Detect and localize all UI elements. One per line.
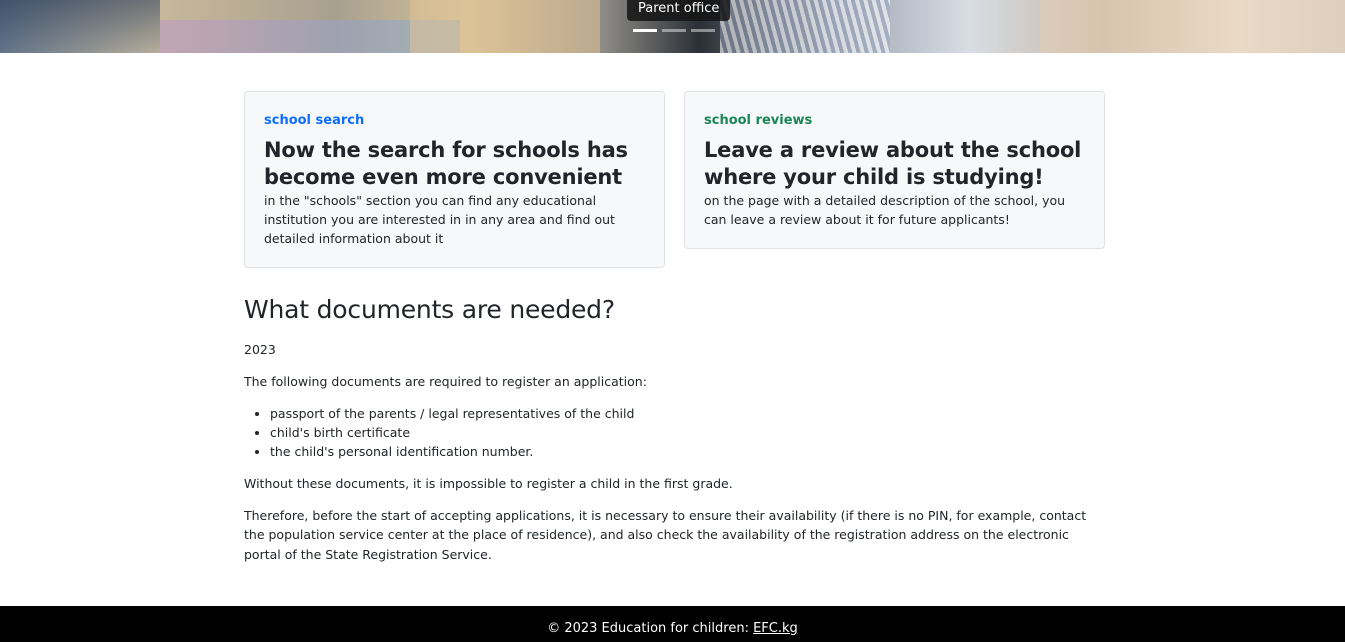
hero-carousel[interactable]: Parent office — [0, 0, 1345, 53]
hero-image-region — [1040, 0, 1345, 53]
article-paragraph: Therefore, before the start of accepting… — [244, 507, 1087, 562]
carousel-caption: Parent office — [627, 0, 731, 21]
article-year: 2023 — [244, 342, 276, 357]
list-item: child's birth certificate — [270, 423, 1104, 442]
card-tag[interactable]: school search — [264, 111, 645, 131]
hero-image-region — [0, 0, 160, 53]
list-item: the child's personal identification numb… — [270, 442, 1104, 461]
documents-article: What documents are needed? 2023 The foll… — [244, 292, 1104, 577]
carousel-indicator-1[interactable] — [633, 29, 657, 32]
footer: © 2023 Education for children: EFC.kg — [0, 606, 1345, 642]
carousel-indicator-2[interactable] — [662, 29, 686, 32]
footer-copyright: © 2023 Education for children: — [547, 621, 754, 636]
school-search-card[interactable]: school search Now the search for schools… — [244, 91, 665, 268]
list-item: passport of the parents / legal represen… — [270, 404, 1104, 423]
card-title: Now the search for schools has become ev… — [264, 138, 628, 189]
article-paragraph: Without these documents, it is impossibl… — [244, 475, 733, 491]
documents-list: passport of the parents / legal represen… — [270, 404, 1104, 461]
article-heading: What documents are needed? — [244, 295, 615, 324]
carousel-indicators — [633, 29, 715, 32]
article-intro: The following documents are required to … — [244, 374, 647, 389]
school-reviews-card[interactable]: school reviews Leave a review about the … — [684, 91, 1105, 249]
carousel-indicator-3[interactable] — [691, 29, 715, 32]
hero-image-region — [410, 0, 600, 53]
card-text: on the page with a detailed description … — [704, 193, 1066, 227]
card-text: in the "schools" section you can find an… — [264, 193, 615, 246]
hero-image-region — [720, 0, 890, 53]
footer-link[interactable]: EFC.kg — [753, 621, 798, 636]
card-title: Leave a review about the school where yo… — [704, 138, 1082, 189]
card-tag[interactable]: school reviews — [704, 111, 1085, 131]
